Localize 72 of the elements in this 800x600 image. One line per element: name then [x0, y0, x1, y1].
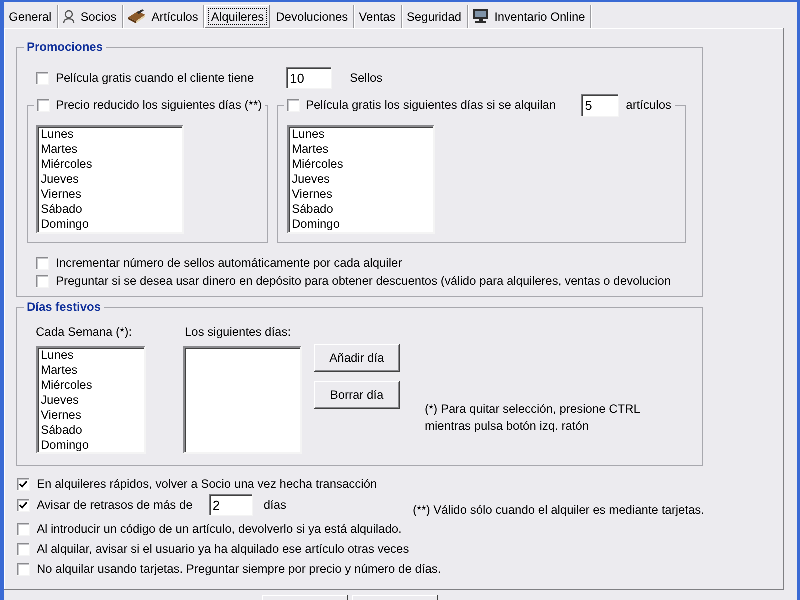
- list-item[interactable]: Sábado: [40, 202, 180, 217]
- list-box[interactable]: Lunes Martes Miércoles Jueves Viernes Sábado Domingo: [36, 125, 184, 234]
- list-item[interactable]: Lunes: [40, 348, 142, 363]
- monitor-icon: [472, 9, 489, 24]
- list-item[interactable]: Martes: [291, 142, 431, 157]
- checkbox-label: Avisar de retrasos de más de: [37, 498, 193, 512]
- checkbox[interactable]: [17, 523, 30, 536]
- day-button[interactable]: Añadir día: [314, 344, 400, 372]
- unit-label: artículos: [626, 98, 672, 113]
- list-item[interactable]: Miércoles: [291, 157, 431, 172]
- tab[interactable]: Artículos: [122, 5, 204, 28]
- checkbox[interactable]: [17, 543, 30, 556]
- checkmark-icon: [19, 480, 28, 489]
- day-button[interactable]: Borrar día: [314, 381, 400, 409]
- group-title: Promociones: [26, 40, 104, 55]
- list-item[interactable]: Miércoles: [40, 157, 180, 172]
- checkbox-label: En alquileres rápidos, volver a Socio una vez hecha transacción: [37, 477, 378, 492]
- tab[interactable]: Ventas: [354, 5, 402, 28]
- checkbox-label: No alquilar usando tarjetas. Preguntar siempre por precio y número de días.: [37, 562, 442, 577]
- group-title: Días festivos: [26, 300, 102, 315]
- checkbox[interactable]: [36, 256, 49, 270]
- list-item[interactable]: Lunes: [40, 127, 180, 142]
- list-item[interactable]: Viernes: [40, 408, 142, 423]
- checkbox-label: Película gratis los siguientes días si se alquilan: [306, 98, 556, 113]
- tab[interactable]: Seguridad: [402, 5, 468, 28]
- list-box[interactable]: Lunes Martes Miércoles Jueves Viernes Sábado Domingo: [36, 346, 146, 454]
- checkbox[interactable]: [36, 72, 49, 84]
- list-item[interactable]: Domingo: [291, 217, 431, 232]
- checkbox[interactable]: [17, 478, 30, 491]
- footnote-text: (**) Válido sólo cuando el alquiler es mediante tarjetas.: [413, 502, 704, 518]
- list-item[interactable]: Martes: [40, 363, 142, 378]
- list-label: Los siguientes días:: [185, 325, 292, 340]
- list-item[interactable]: Lunes: [291, 127, 431, 142]
- list-item[interactable]: Jueves: [40, 393, 142, 408]
- list-item[interactable]: Jueves: [291, 172, 431, 187]
- tab[interactable]: Socios: [58, 5, 123, 28]
- checkbox-label: Incrementar número de sellos automáticamente por cada alquiler: [56, 256, 402, 270]
- checkbox[interactable]: [37, 99, 50, 112]
- list-item[interactable]: Martes: [40, 142, 180, 157]
- tab[interactable]: Alquileres: [205, 5, 270, 28]
- list-item[interactable]: Miércoles: [40, 378, 142, 393]
- checkbox[interactable]: [17, 563, 30, 576]
- tab[interactable]: Inventario Online: [468, 5, 592, 28]
- list-label: Cada Semana (*):: [36, 325, 134, 340]
- checkbox-label: Preguntar si se desea usar dinero en depósito para obtener descuentos (válido para alquileres, ventas o devolucion: [56, 274, 672, 288]
- unit-label: Sellos: [350, 70, 383, 86]
- list-item[interactable]: Domingo: [40, 217, 180, 232]
- list-item[interactable]: Viernes: [291, 187, 431, 202]
- checkbox-label: Precio reducido los siguientes días (**): [56, 98, 262, 113]
- list-item[interactable]: Sábado: [40, 423, 142, 438]
- book-icon: [128, 9, 146, 24]
- number-field[interactable]: 2: [208, 494, 253, 516]
- list-box[interactable]: [183, 346, 302, 454]
- list-item[interactable]: Jueves: [40, 172, 180, 187]
- number-field[interactable]: 5: [581, 94, 620, 117]
- hint-text: (*) Para quitar selección, presione CTRL mientras pulsa botón izq. ratón: [425, 401, 641, 435]
- checkbox[interactable]: [36, 274, 49, 288]
- unit-label: días: [264, 498, 287, 512]
- list-item[interactable]: Viernes: [40, 187, 180, 202]
- checkbox[interactable]: [287, 99, 300, 112]
- tab[interactable]: Devoluciones: [271, 5, 354, 28]
- list-box[interactable]: Lunes Martes Miércoles Jueves Viernes Sábado Domingo: [287, 125, 435, 234]
- number-field[interactable]: 10: [286, 67, 332, 89]
- checkbox-label: Al introducir un código de un artículo, devolverlo si ya está alquilado.: [37, 522, 402, 537]
- checkbox-label: Película gratis cuando el cliente tiene: [56, 70, 256, 86]
- checkbox-label: Al alquilar, avisar si el usuario ya ha alquilado ese artículo otras veces: [37, 542, 410, 557]
- tab[interactable]: General: [4, 5, 58, 28]
- list-item[interactable]: Sábado: [291, 202, 431, 217]
- person-bust-icon: [62, 10, 75, 24]
- list-item[interactable]: Domingo: [40, 438, 142, 452]
- checkbox[interactable]: [17, 498, 30, 512]
- checkmark-icon: [19, 500, 28, 510]
